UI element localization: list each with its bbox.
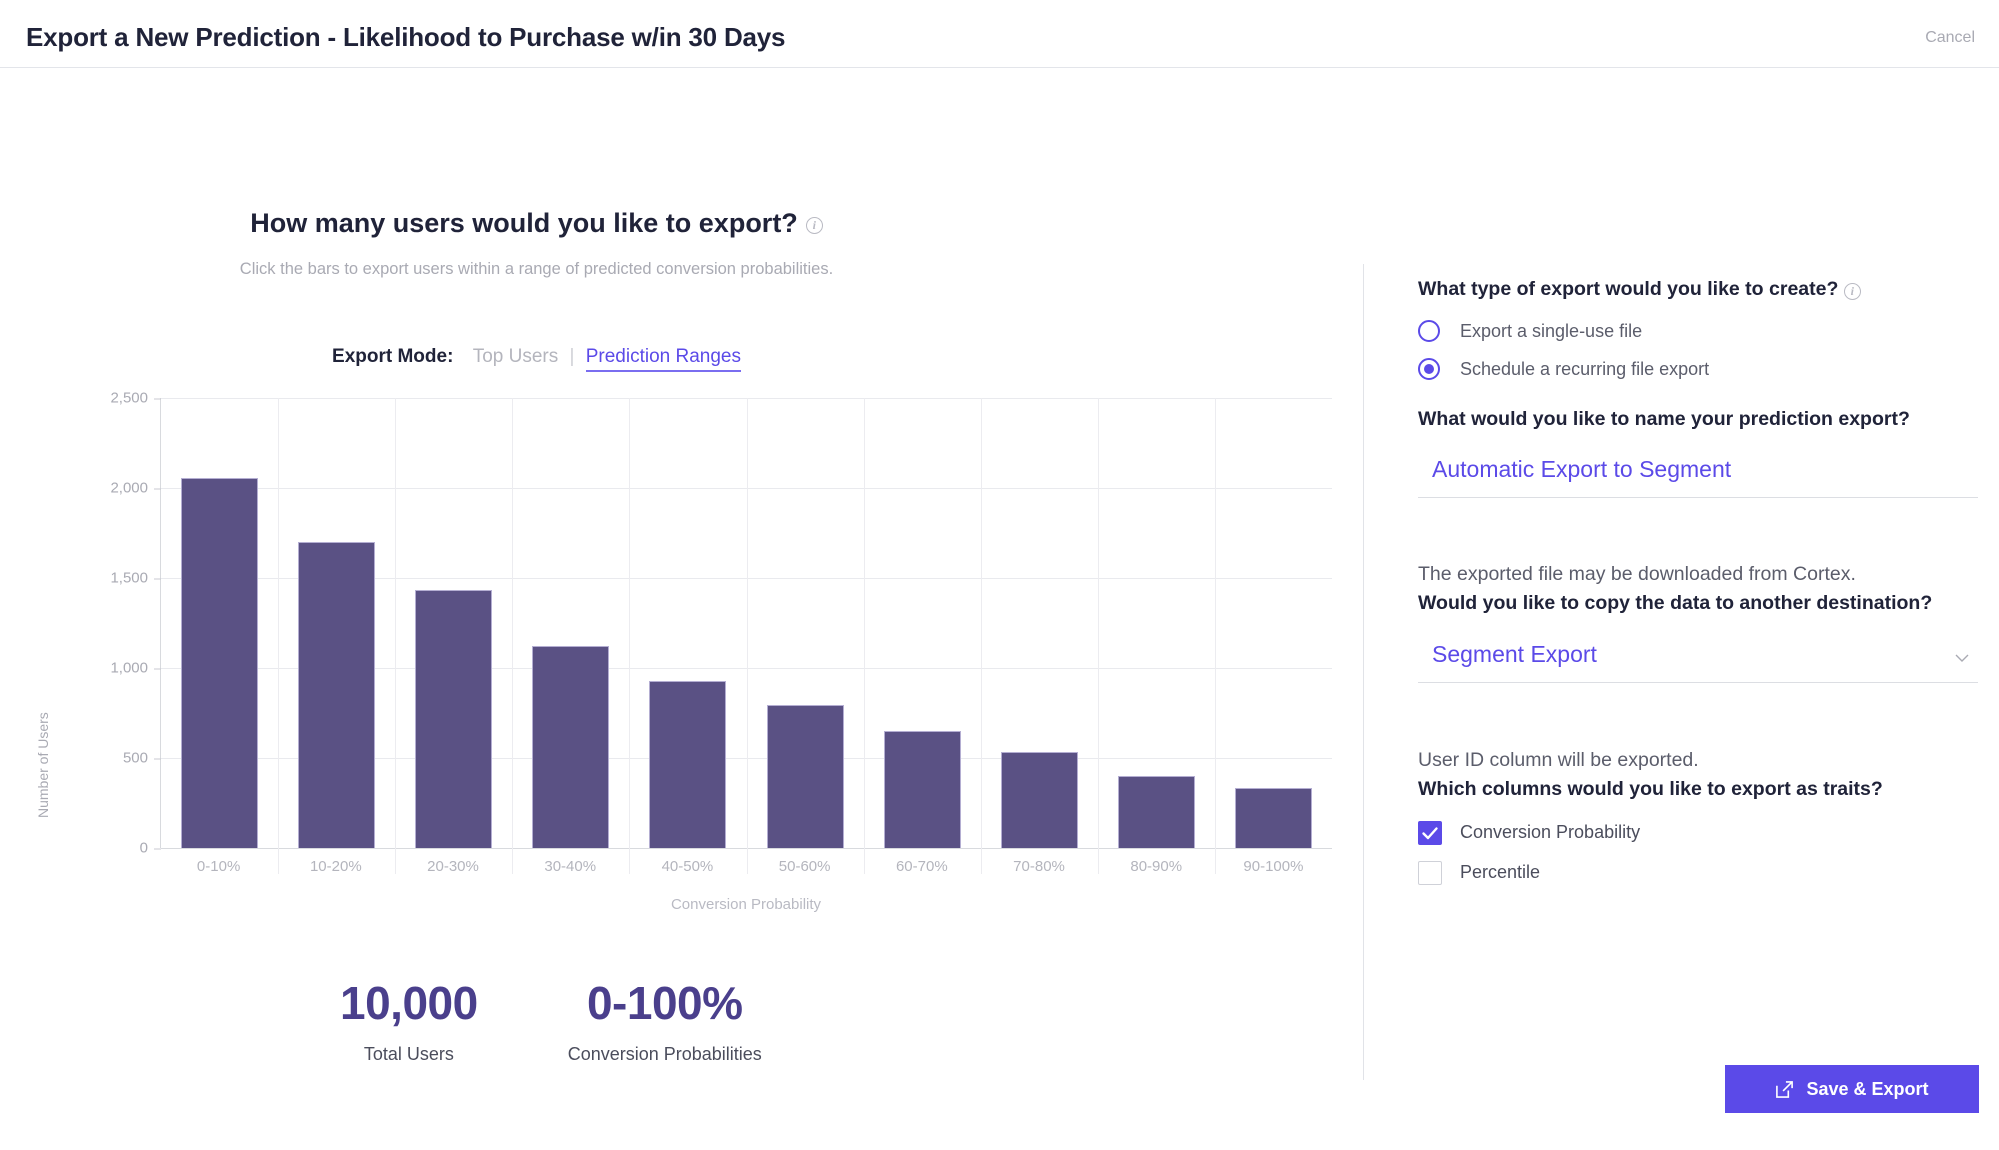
info-icon[interactable]: i bbox=[805, 217, 823, 234]
check-icon bbox=[1422, 826, 1438, 839]
checkbox-conversion-probability[interactable]: Conversion Probability bbox=[1418, 820, 1978, 845]
page-header: Export a New Prediction - Likelihood to … bbox=[0, 0, 1999, 68]
x-axis-tick-label: 50-60% bbox=[778, 858, 831, 875]
export-mode-option-top-users[interactable]: Top Users bbox=[473, 346, 559, 367]
prediction-histogram-chart: Number of Users 0 500 1,000 1,500 2,000 2,500… bbox=[30, 388, 1332, 918]
checkbox-indicator[interactable] bbox=[1418, 860, 1442, 885]
y-axis-tick-label: 500 bbox=[123, 750, 162, 767]
export-mode-option-prediction-ranges[interactable]: Prediction Ranges bbox=[585, 346, 741, 372]
y-axis-tick-label: 0 bbox=[140, 840, 162, 857]
chart-bar-cell[interactable] bbox=[278, 398, 395, 848]
chart-bar[interactable] bbox=[532, 645, 610, 848]
chart-bar-cell[interactable] bbox=[629, 398, 746, 848]
x-axis-tick-labels: 0-10% 10-20% 20-30% 30-40% 40-50% 50-60% 60-70… bbox=[160, 858, 1332, 875]
export-name-question: What would you like to name your predict… bbox=[1418, 408, 1910, 430]
chart-bar-cell[interactable] bbox=[512, 398, 629, 848]
traits-question: Which columns would you like to export a… bbox=[1418, 778, 1883, 801]
page-body: How many users would you like to export?… bbox=[0, 68, 1999, 1150]
checkbox-label: Conversion Probability bbox=[1460, 822, 1641, 842]
export-type-question: What type of export would you like to cr… bbox=[1418, 275, 1978, 304]
chart-bar[interactable] bbox=[298, 542, 376, 848]
traits-description: User ID column will be exported. bbox=[1418, 749, 1699, 771]
destination-selected-value[interactable]: Segment Export bbox=[1432, 641, 1597, 667]
x-axis-tick-label: 80-90% bbox=[1130, 858, 1183, 875]
chart-bar[interactable] bbox=[1000, 751, 1078, 848]
export-name-section: What would you like to name your predict… bbox=[1418, 405, 1978, 499]
cancel-button[interactable]: Cancel bbox=[1925, 29, 1975, 47]
x-axis-title: Conversion Probability bbox=[670, 896, 822, 913]
export-mode-switcher: Export Mode: Top Users | Prediction Rang… bbox=[0, 346, 1363, 372]
stat-total-users-label: Total Users bbox=[363, 1044, 454, 1064]
page-title: Export a New Prediction - Likelihood to … bbox=[26, 22, 786, 52]
y-axis-tick-label: 2,000 bbox=[110, 480, 161, 497]
main-question-text: How many users would you like to export? bbox=[250, 208, 798, 238]
x-axis-tick-label: 40-50% bbox=[661, 858, 714, 875]
x-axis-tick-label: 60-70% bbox=[895, 858, 948, 875]
export-destination-section: The exported file may be downloaded from… bbox=[1418, 560, 1978, 683]
destination-question: Would you like to copy the data to anoth… bbox=[1418, 592, 1933, 615]
export-name-value[interactable]: Automatic Export to Segment bbox=[1432, 456, 1731, 482]
export-type-section: What type of export would you like to cr… bbox=[1418, 275, 1978, 381]
export-mode-separator: | bbox=[569, 346, 575, 367]
destination-select[interactable]: Segment Export bbox=[1418, 641, 1978, 683]
chart-bar-cell[interactable] bbox=[395, 398, 512, 848]
chart-bar[interactable] bbox=[883, 731, 961, 848]
radio-export-single-use[interactable]: Export a single-use file bbox=[1418, 320, 1978, 343]
y-axis-tick-label: 1,500 bbox=[110, 570, 161, 587]
chart-bars bbox=[161, 398, 1332, 848]
chart-bar-cell[interactable] bbox=[864, 398, 981, 848]
save-and-export-button[interactable]: Save & Export bbox=[1725, 1065, 1979, 1113]
main-question: How many users would you like to export?… bbox=[0, 208, 1363, 239]
radio-indicator[interactable] bbox=[1418, 320, 1440, 343]
chart-bar-cell[interactable] bbox=[746, 398, 863, 848]
checkbox-label: Percentile bbox=[1460, 862, 1541, 882]
stat-conversion-probabilities-label: Conversion Probabilities bbox=[567, 1044, 762, 1064]
radio-label: Export a single-use file bbox=[1460, 320, 1643, 341]
x-axis-tick-label: 30-40% bbox=[544, 858, 597, 875]
summary-stats: 10,000 Total Users 0-100% Conversion Pro… bbox=[340, 976, 762, 1065]
save-and-export-label: Save & Export bbox=[1806, 1078, 1929, 1099]
main-subtitle: Click the bars to export users within a … bbox=[239, 260, 834, 278]
stat-conversion-probabilities-value: 0-100% bbox=[586, 977, 743, 1029]
x-axis-tick-label: 10-20% bbox=[309, 858, 362, 875]
chart-bar[interactable] bbox=[1234, 787, 1312, 848]
chart-bar[interactable] bbox=[415, 589, 493, 848]
chart-bar[interactable] bbox=[766, 704, 844, 848]
checkbox-percentile[interactable]: Percentile bbox=[1418, 860, 1978, 885]
export-type-question-text: What type of export would you like to cr… bbox=[1418, 278, 1839, 300]
destination-description: The exported file may be downloaded from… bbox=[1418, 563, 1856, 585]
chart-bar-cell[interactable] bbox=[1215, 398, 1332, 848]
checkbox-indicator-checked[interactable] bbox=[1418, 820, 1442, 845]
info-icon[interactable]: i bbox=[1843, 283, 1861, 300]
stat-conversion-probabilities: 0-100% Conversion Probabilities bbox=[568, 976, 762, 1065]
x-axis-tick-label: 0-10% bbox=[196, 858, 241, 875]
y-axis-tick-label: 1,000 bbox=[110, 660, 161, 677]
chart-bar-cell[interactable] bbox=[1098, 398, 1215, 848]
radio-schedule-recurring[interactable]: Schedule a recurring file export bbox=[1418, 358, 1978, 381]
x-axis-tick-label: 20-30% bbox=[427, 858, 479, 875]
y-axis-title: Number of Users bbox=[35, 712, 51, 818]
chart-bar-cell[interactable] bbox=[161, 398, 278, 848]
chart-column: How many users would you like to export?… bbox=[0, 68, 1363, 1150]
x-axis-tick-label: 70-80% bbox=[1013, 858, 1065, 875]
chart-bar[interactable] bbox=[181, 478, 259, 848]
chart-bar[interactable] bbox=[649, 680, 727, 848]
radio-label: Schedule a recurring file export bbox=[1460, 358, 1710, 379]
radio-indicator-selected[interactable] bbox=[1418, 358, 1440, 381]
stat-total-users: 10,000 Total Users bbox=[340, 976, 478, 1065]
external-link-icon bbox=[1776, 1080, 1794, 1098]
export-name-field[interactable]: Automatic Export to Segment bbox=[1418, 456, 1978, 499]
export-mode-label: Export Mode: bbox=[332, 346, 454, 367]
export-traits-section: User ID column will be exported. Which c… bbox=[1418, 746, 1978, 885]
x-axis-tick-label: 90-100% bbox=[1243, 858, 1304, 875]
stat-total-users-value: 10,000 bbox=[340, 977, 478, 1029]
chart-bar-cell[interactable] bbox=[981, 398, 1098, 848]
vertical-divider bbox=[1363, 264, 1364, 1080]
chart-plot-area: 0 500 1,000 1,500 2,000 2,500 bbox=[110, 390, 1332, 874]
chevron-down-icon[interactable] bbox=[1954, 650, 1970, 666]
chart-bar[interactable] bbox=[1117, 776, 1195, 848]
y-axis-tick-label: 2,500 bbox=[110, 390, 161, 407]
